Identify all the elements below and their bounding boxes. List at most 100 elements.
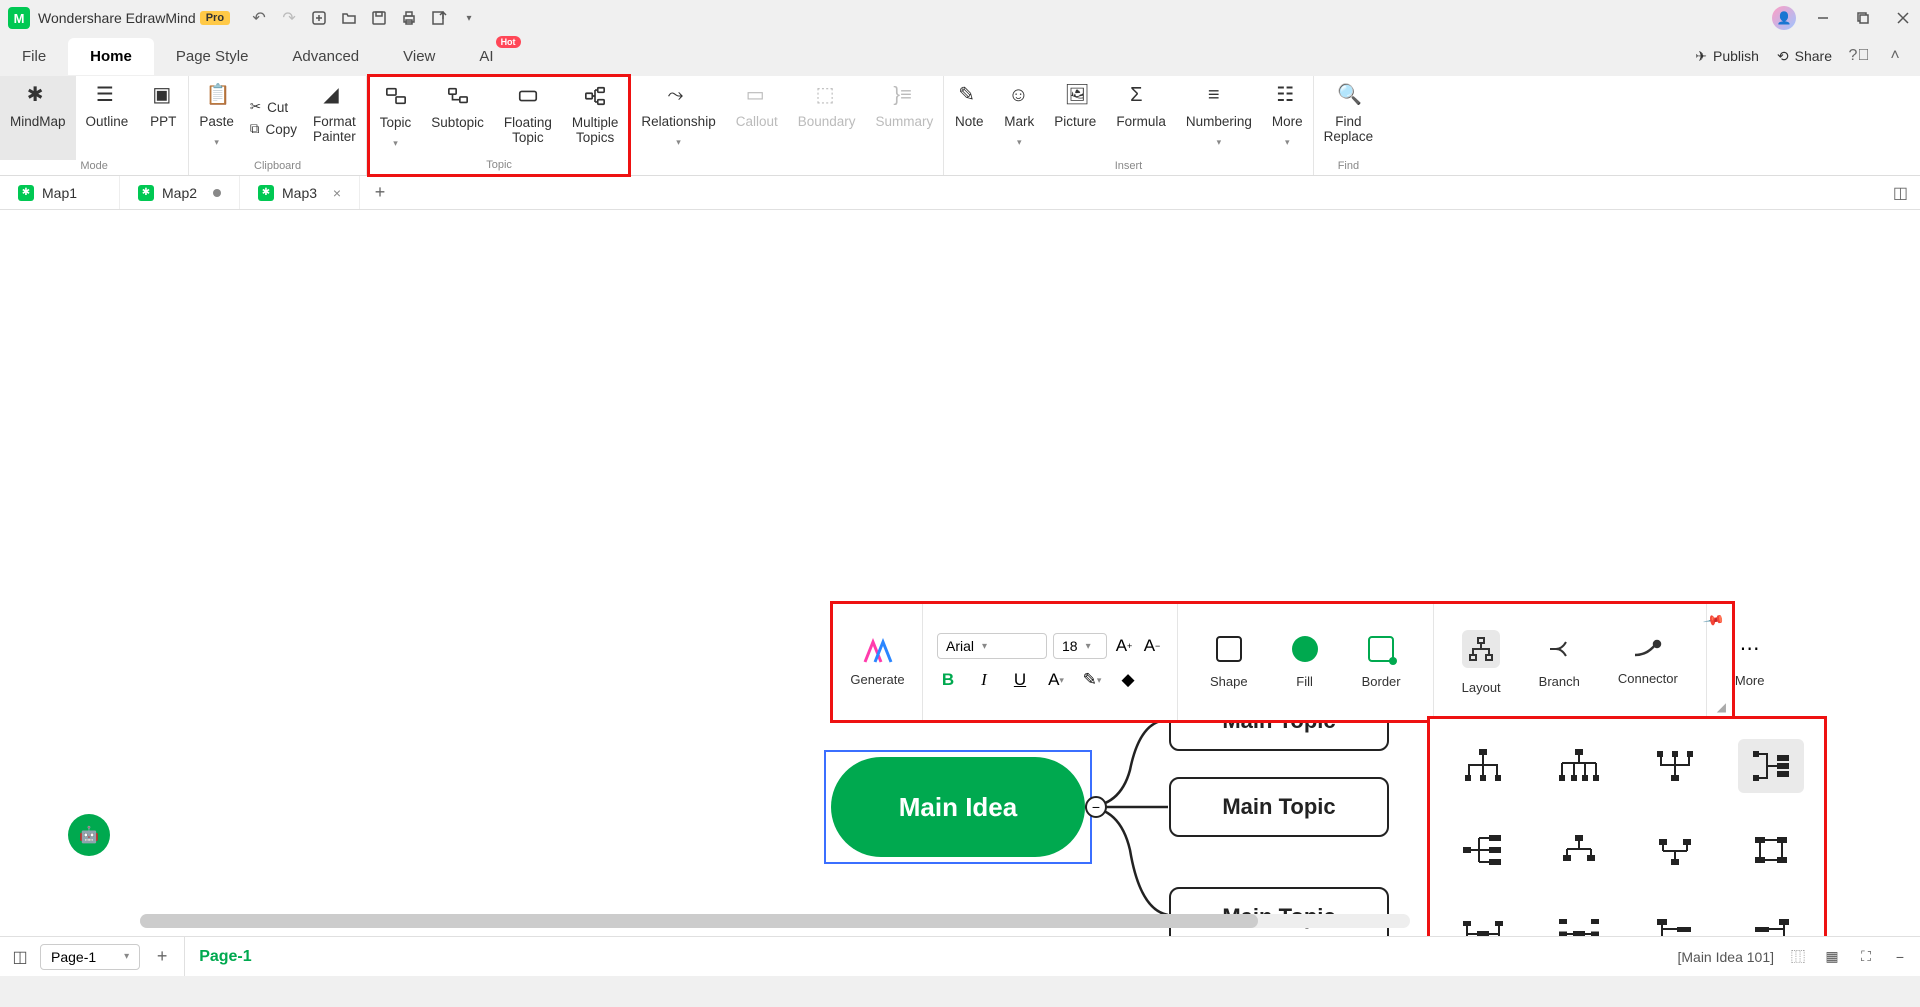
copy-button[interactable]: ⧉Copy [250, 121, 297, 137]
connector-button[interactable]: Connector [1604, 639, 1692, 686]
layout-button[interactable]: Layout [1448, 630, 1515, 695]
redo-icon[interactable]: ↷ [280, 9, 298, 27]
layout-option[interactable] [1546, 823, 1612, 877]
summary-button[interactable]: }≡Summary [866, 76, 944, 160]
zoom-out-icon[interactable]: − [1890, 947, 1910, 967]
mindmap-mode-button[interactable]: ✱MindMap [0, 76, 76, 160]
layout-option[interactable] [1450, 739, 1516, 793]
menu-page-style[interactable]: Page Style [154, 38, 271, 75]
layout-option[interactable] [1546, 907, 1612, 936]
layout-option[interactable] [1450, 823, 1516, 877]
topic-node-2[interactable]: Main Topic [1169, 777, 1389, 837]
menu-ai[interactable]: AIHot [457, 38, 515, 75]
font-grow-button[interactable]: A+ [1113, 635, 1135, 657]
menu-home[interactable]: Home [68, 38, 154, 75]
undo-icon[interactable]: ↶ [250, 9, 268, 27]
underline-button[interactable]: U [1009, 669, 1031, 691]
more-button[interactable]: ⋯More [1721, 636, 1779, 688]
topic-node-3[interactable]: Main Topic [1169, 887, 1389, 936]
tab-close-icon[interactable]: × [333, 185, 341, 201]
collapse-ribbon-icon[interactable]: ˄ [1886, 47, 1904, 65]
layout-option[interactable] [1642, 907, 1708, 936]
topic-button[interactable]: Topic▾ [370, 77, 422, 159]
publish-button[interactable]: ✈Publish [1695, 48, 1759, 65]
layout-option[interactable] [1642, 739, 1708, 793]
print-icon[interactable] [400, 9, 418, 27]
add-tab-button[interactable]: + [360, 176, 400, 209]
shape-button[interactable]: Shape [1196, 636, 1262, 689]
menu-file[interactable]: File [0, 38, 68, 75]
generate-button[interactable]: Generate [850, 672, 904, 687]
multiple-topics-button[interactable]: Multiple Topics [562, 77, 629, 159]
save-icon[interactable] [370, 9, 388, 27]
bold-button[interactable]: B [937, 669, 959, 691]
highlight-button[interactable]: ✎▾ [1081, 669, 1103, 691]
clear-format-button[interactable]: ◆ [1117, 669, 1139, 691]
page-select[interactable]: Page-1▾ [40, 944, 140, 970]
layout-option[interactable] [1642, 823, 1708, 877]
border-button[interactable]: Border [1348, 636, 1415, 689]
font-family-select[interactable]: Arial▾ [937, 633, 1047, 659]
layout-option[interactable] [1738, 907, 1804, 936]
panel-toggle-icon[interactable]: ◫ [1893, 183, 1908, 203]
menu-advanced[interactable]: Advanced [270, 38, 381, 75]
paste-button[interactable]: 📋Paste▾ [189, 76, 244, 160]
maximize-icon[interactable] [1854, 9, 1872, 27]
outline-view-icon[interactable]: ⿲ [1788, 947, 1808, 967]
help-icon[interactable]: ?⃝ [1850, 47, 1868, 65]
layout-option-selected[interactable] [1738, 739, 1804, 793]
layout-icon [1468, 636, 1494, 662]
chevron-down-icon: ▾ [124, 951, 129, 962]
share-button[interactable]: ⟲Share [1777, 48, 1832, 65]
doc-tab-map1[interactable]: ✱Map1 [0, 176, 120, 209]
cut-button[interactable]: ✂Cut [250, 99, 297, 115]
open-icon[interactable] [340, 9, 358, 27]
italic-button[interactable]: I [973, 669, 995, 691]
branch-button[interactable]: Branch [1525, 636, 1594, 689]
collapse-handle[interactable]: − [1085, 796, 1107, 818]
layout-option[interactable] [1450, 907, 1516, 936]
user-avatar-icon[interactable]: 👤 [1772, 6, 1796, 30]
menu-view[interactable]: View [381, 38, 457, 75]
ai-assistant-button[interactable]: 🤖 [68, 814, 110, 856]
relationship-button[interactable]: ⤳Relationship▾ [631, 76, 725, 160]
scrollbar-thumb[interactable] [140, 914, 1258, 928]
horizontal-scrollbar[interactable] [140, 914, 1410, 928]
numbering-button[interactable]: ≡Numbering▾ [1176, 76, 1262, 160]
minimize-icon[interactable] [1814, 9, 1832, 27]
format-painter-button[interactable]: ◢Format Painter [303, 76, 366, 160]
resize-handle-icon[interactable]: ◢ [1717, 700, 1726, 714]
mark-button[interactable]: ☺Mark▾ [994, 76, 1044, 160]
font-color-button[interactable]: A▾ [1045, 669, 1067, 691]
layout-option[interactable] [1738, 823, 1804, 877]
grid-view-icon[interactable]: ▦ [1822, 947, 1842, 967]
subtopic-button[interactable]: Subtopic [421, 77, 494, 159]
ppt-mode-button[interactable]: ▣PPT [138, 76, 188, 160]
qat-dropdown-icon[interactable]: ▾ [460, 9, 478, 27]
close-icon[interactable] [1894, 9, 1912, 27]
find-replace-button[interactable]: 🔍Find Replace [1314, 76, 1384, 160]
font-size-select[interactable]: 18▾ [1053, 633, 1107, 659]
formula-button[interactable]: ΣFormula [1106, 76, 1176, 160]
page-panel-icon[interactable]: ◫ [10, 947, 30, 967]
clipboard-group-label: Clipboard [189, 160, 365, 175]
picture-button[interactable]: 🖼Picture [1044, 76, 1106, 160]
doc-tab-map2[interactable]: ✱Map2 [120, 176, 240, 209]
font-shrink-button[interactable]: A− [1141, 635, 1163, 657]
fill-button[interactable]: Fill [1278, 636, 1332, 689]
callout-button[interactable]: ▭Callout [726, 76, 788, 160]
outline-mode-button[interactable]: ☰Outline [76, 76, 139, 160]
main-idea-node[interactable]: Main Idea [831, 757, 1085, 857]
page-tab[interactable]: Page-1 [184, 937, 265, 976]
layout-option[interactable] [1546, 739, 1612, 793]
boundary-button[interactable]: ⬚Boundary [788, 76, 866, 160]
note-button[interactable]: ✎Note [944, 76, 994, 160]
add-page-button[interactable]: + [150, 946, 174, 967]
more-insert-button[interactable]: ☷More▾ [1262, 76, 1313, 160]
new-icon[interactable] [310, 9, 328, 27]
floating-topic-button[interactable]: Floating Topic [494, 77, 562, 159]
doc-tab-map3[interactable]: ✱Map3× [240, 176, 360, 209]
export-icon[interactable] [430, 9, 448, 27]
canvas[interactable]: Main Idea − Main Topic Main Topic Main T… [0, 210, 1920, 936]
fit-view-icon[interactable]: ⛶ [1856, 947, 1876, 967]
